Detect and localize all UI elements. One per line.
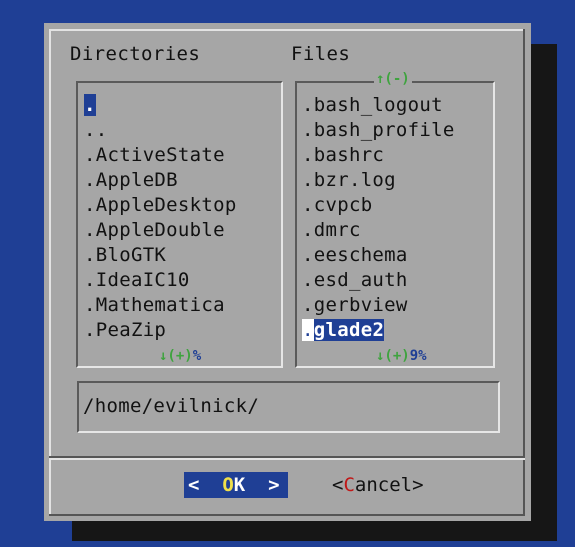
ok-button[interactable]: < OK > bbox=[184, 472, 288, 498]
file-select-dialog: Directories Files ... .ActiveState .AppleD… bbox=[44, 23, 531, 521]
directory-item[interactable]: .Mathematica bbox=[84, 293, 237, 318]
file-item[interactable]: .dmrc bbox=[302, 218, 455, 243]
file-item[interactable]: .glade2 bbox=[302, 318, 455, 343]
dialog-border-bottom-left bbox=[49, 460, 51, 516]
file-item[interactable]: .cvpcb bbox=[302, 193, 455, 218]
file-item[interactable]: .gerbview bbox=[302, 293, 455, 318]
directory-item[interactable]: . bbox=[84, 93, 237, 118]
file-item[interactable]: .bash_profile bbox=[302, 118, 455, 143]
directory-item[interactable]: .. bbox=[84, 118, 237, 143]
directories-scroll-indicator: ↓(+)% bbox=[157, 348, 204, 364]
dialog-border-left bbox=[49, 29, 51, 459]
directory-item[interactable]: .BloGTK bbox=[84, 243, 237, 268]
file-item[interactable]: .esd_auth bbox=[302, 268, 455, 293]
button-separator bbox=[49, 456, 525, 460]
directories-label: Directories bbox=[70, 43, 201, 65]
files-label: Files bbox=[291, 43, 351, 65]
files-scroll-indicator: ↓(+)9% bbox=[374, 348, 429, 364]
files-list-box[interactable]: .bash_logout .bash_profile .bashrc .bzr.log… bbox=[295, 81, 495, 368]
dialog-border-bottom bbox=[49, 514, 525, 516]
directory-item[interactable]: .ActiveState bbox=[84, 143, 237, 168]
files-top-scroll-indicator: ↑(-) bbox=[374, 71, 412, 87]
directory-item[interactable]: .AppleDesktop bbox=[84, 193, 237, 218]
file-item[interactable]: .bzr.log bbox=[302, 168, 455, 193]
file-item[interactable]: .bash_logout bbox=[302, 93, 455, 118]
file-item[interactable]: .bashrc bbox=[302, 143, 455, 168]
directory-item[interactable]: .PeaZip bbox=[84, 318, 237, 343]
file-item[interactable]: .eeschema bbox=[302, 243, 455, 268]
directory-item[interactable]: .IdeaIC10 bbox=[84, 268, 237, 293]
dialog-border-top bbox=[49, 29, 525, 31]
files-list[interactable]: .bash_logout .bash_profile .bashrc .bzr.log… bbox=[302, 93, 455, 343]
path-value: /home/evilnick/ bbox=[83, 395, 260, 417]
dialog-border-bottom-right bbox=[523, 460, 525, 516]
dialog-border-right bbox=[523, 29, 525, 459]
cancel-button[interactable]: <Cancel> bbox=[332, 472, 424, 498]
directories-list[interactable]: ... .ActiveState .AppleDB .AppleDesktop .App… bbox=[84, 93, 237, 343]
directories-list-box[interactable]: ... .ActiveState .AppleDB .AppleDesktop .App… bbox=[76, 81, 283, 368]
directory-item[interactable]: .AppleDouble bbox=[84, 218, 237, 243]
directory-item[interactable]: .AppleDB bbox=[84, 168, 237, 193]
